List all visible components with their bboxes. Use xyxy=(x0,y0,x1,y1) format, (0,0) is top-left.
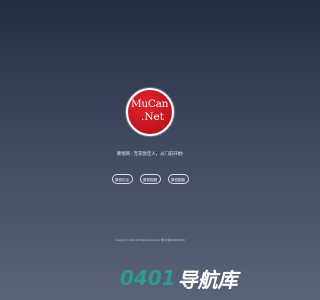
logo-text-net: .Net xyxy=(141,111,164,123)
logo-text-mucan: MuCan xyxy=(131,98,169,110)
nav-button-row: 慕悦论坛 慕悦视频 慕悦图板 xyxy=(0,174,300,184)
video-button[interactable]: 慕悦视频 xyxy=(139,174,161,184)
site-tagline: 慕悦网 - 无花悦佳人，从门前开始! xyxy=(116,151,184,156)
gallery-button[interactable]: 慕悦图板 xyxy=(167,174,189,184)
watermark-digits: 0401 xyxy=(120,266,176,290)
forum-button[interactable]: 慕悦论坛 xyxy=(111,174,133,184)
copyright-footer: Copyright © 2024 All Rights Reserved | 豫… xyxy=(115,239,185,242)
watermark-logo: 0401 导航库 xyxy=(120,266,238,292)
site-logo[interactable]: MuCan .Net xyxy=(126,88,174,136)
watermark-text: 导航库 xyxy=(177,267,238,292)
